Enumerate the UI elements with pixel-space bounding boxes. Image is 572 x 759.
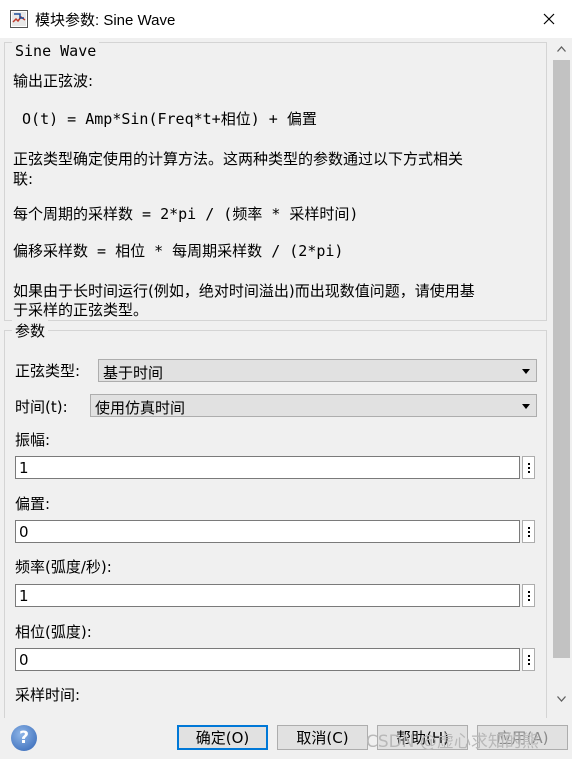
phase-label: 相位(弧度): bbox=[15, 623, 92, 641]
parameters-group-title: 参数 bbox=[12, 320, 49, 341]
description-line: 如果由于长时间运行(例如，绝对时间溢出)而出现数值问题，请使用基 bbox=[13, 282, 475, 300]
amplitude-label: 振幅: bbox=[15, 431, 51, 449]
sine-type-dropdown[interactable]: 基于时间 bbox=[98, 359, 537, 382]
bias-browse-button[interactable] bbox=[522, 520, 535, 543]
bias-input[interactable]: 0 bbox=[15, 520, 520, 543]
title-bar: 模块参数: Sine Wave bbox=[0, 0, 572, 38]
sample-time-label: 采样时间: bbox=[15, 686, 81, 704]
frequency-label: 频率(弧度/秒): bbox=[15, 558, 112, 576]
bias-label: 偏置: bbox=[15, 495, 51, 513]
frequency-input[interactable]: 1 bbox=[15, 584, 520, 607]
chevron-up-icon bbox=[557, 45, 566, 52]
description-line: 联: bbox=[13, 170, 34, 188]
dialog-content: Sine Wave 输出正弦波: O(t) = Amp*Sin(Freq*t+相… bbox=[0, 38, 550, 718]
vertical-dots-icon bbox=[527, 590, 530, 593]
phase-input[interactable]: 0 bbox=[15, 648, 520, 671]
description-group: Sine Wave 输出正弦波: O(t) = Amp*Sin(Freq*t+相… bbox=[4, 42, 547, 321]
help-icon[interactable]: ? bbox=[11, 725, 37, 751]
time-dropdown[interactable]: 使用仿真时间 bbox=[90, 394, 537, 417]
vertical-dots-icon bbox=[527, 526, 530, 529]
vertical-dots-icon bbox=[527, 654, 530, 657]
simulink-block-icon bbox=[10, 10, 28, 28]
description-formula: O(t) = Amp*Sin(Freq*t+相位) + 偏置 bbox=[13, 110, 317, 128]
description-line: 于采样的正弦类型。 bbox=[13, 301, 149, 319]
phase-browse-button[interactable] bbox=[522, 648, 535, 671]
chevron-down-icon bbox=[522, 404, 530, 409]
sine-type-label: 正弦类型: bbox=[15, 362, 81, 380]
ok-button[interactable]: 确定(O) bbox=[177, 725, 268, 750]
description-line: 正弦类型确定使用的计算方法。这两种类型的参数通过以下方式相关 bbox=[13, 150, 464, 168]
description-formula: 偏移采样数 = 相位 * 每周期采样数 / (2*pi) bbox=[13, 242, 344, 260]
amplitude-value: 1 bbox=[19, 459, 29, 477]
time-label: 时间(t): bbox=[15, 398, 68, 416]
close-icon bbox=[543, 13, 555, 25]
scroll-thumb[interactable] bbox=[553, 60, 570, 658]
description-group-title: Sine Wave bbox=[12, 42, 100, 60]
vertical-dots-icon bbox=[527, 462, 530, 465]
dialog-footer: ? 确定(O) 取消(C) 帮助(H) 应用(A) CSDN @虚心求知的熊 bbox=[0, 718, 572, 759]
chevron-down-icon bbox=[557, 695, 566, 702]
vertical-scrollbar[interactable] bbox=[551, 38, 572, 718]
description-line: 输出正弦波: bbox=[13, 72, 94, 90]
description-formula: 每个周期的采样数 = 2*pi / (频率 * 采样时间) bbox=[13, 205, 359, 223]
window-title: 模块参数: Sine Wave bbox=[35, 12, 176, 29]
sine-type-value: 基于时间 bbox=[103, 364, 164, 382]
time-value: 使用仿真时间 bbox=[95, 399, 186, 417]
scroll-down-button[interactable] bbox=[551, 690, 572, 707]
cancel-button[interactable]: 取消(C) bbox=[277, 725, 368, 750]
amplitude-browse-button[interactable] bbox=[522, 456, 535, 479]
chevron-down-icon bbox=[522, 369, 530, 374]
scroll-up-button[interactable] bbox=[551, 40, 572, 57]
apply-button[interactable]: 应用(A) bbox=[477, 725, 568, 750]
close-button[interactable] bbox=[526, 0, 572, 38]
phase-value: 0 bbox=[19, 651, 29, 669]
bias-value: 0 bbox=[19, 523, 29, 541]
frequency-value: 1 bbox=[19, 587, 29, 605]
frequency-browse-button[interactable] bbox=[522, 584, 535, 607]
amplitude-input[interactable]: 1 bbox=[15, 456, 520, 479]
help-button[interactable]: 帮助(H) bbox=[377, 725, 468, 750]
